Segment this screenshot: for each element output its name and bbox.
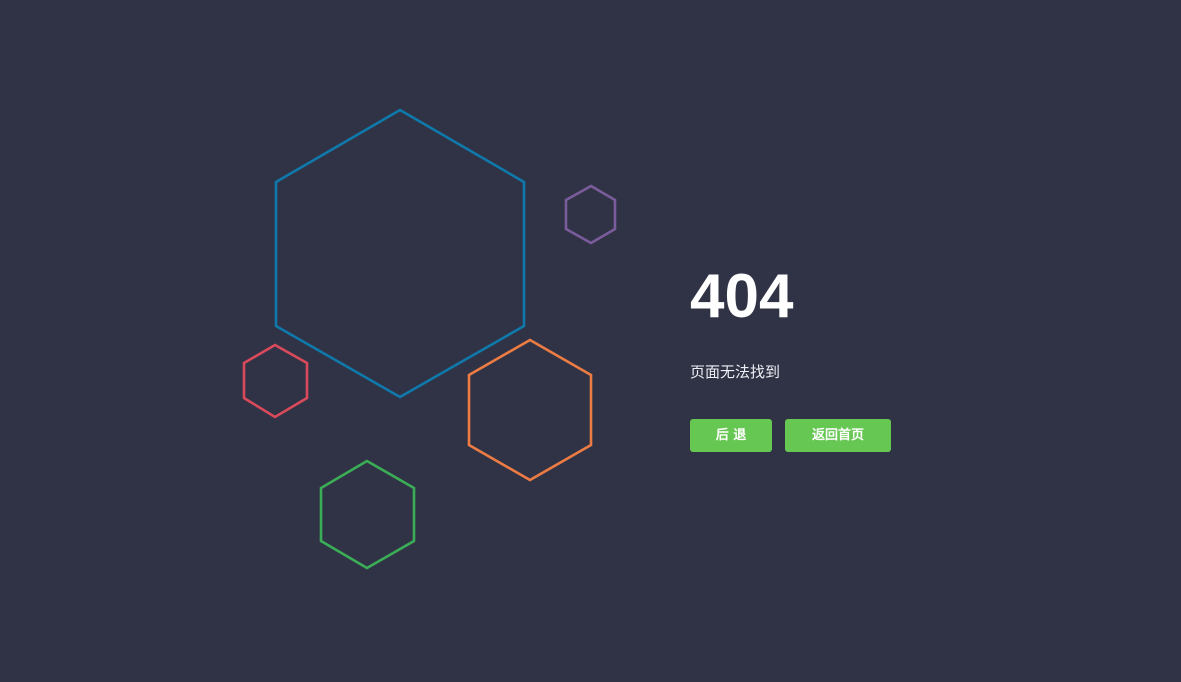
orange-hexagon — [467, 338, 593, 482]
large-blue-hexagon — [274, 108, 526, 399]
small-red-hexagon — [242, 343, 309, 419]
home-button[interactable]: 返回首页 — [785, 419, 891, 452]
green-hexagon — [319, 459, 416, 570]
hexagon-illustration — [242, 108, 617, 570]
back-button[interactable]: 后 退 — [690, 419, 772, 452]
error-message: 页面无法找到 — [690, 363, 781, 381]
error-panel: 404 页面无法找到 后 退 返回首页 — [690, 262, 1050, 452]
action-buttons: 后 退 返回首页 — [690, 419, 891, 452]
error-code: 404 — [690, 262, 794, 331]
small-purple-hexagon — [564, 184, 617, 245]
